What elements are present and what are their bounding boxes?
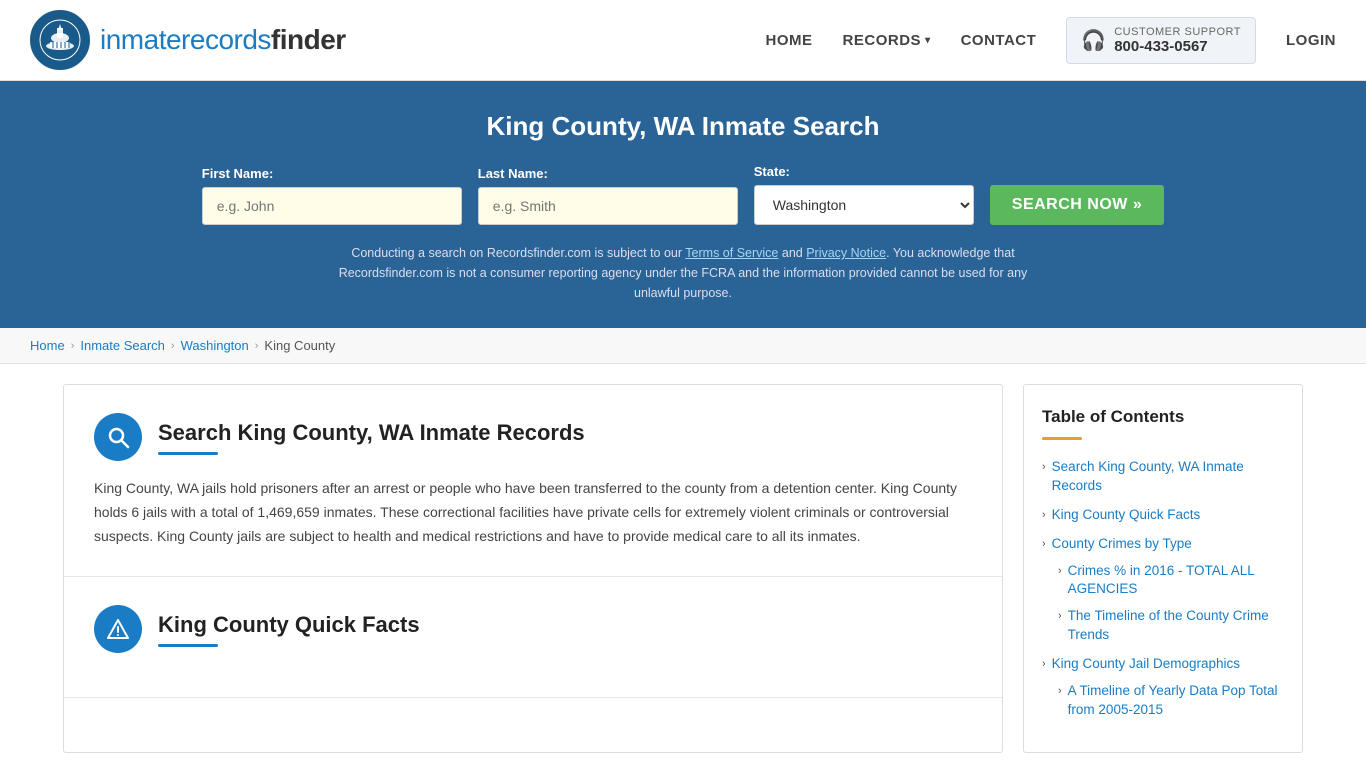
sidebar-toc: Table of Contents › Search King County, … (1023, 384, 1303, 753)
state-select[interactable]: Washington (754, 185, 974, 225)
chevron-right-icon: › (1042, 657, 1046, 672)
section-title-1: Search King County, WA Inmate Records (158, 420, 585, 446)
chevron-right-icon: › (1058, 684, 1062, 699)
list-item: › County Crimes by Type › Crimes % in 20… (1042, 535, 1284, 645)
state-group: State: Washington (754, 164, 974, 225)
nav-home[interactable]: HOME (766, 32, 813, 49)
toc-divider (1042, 437, 1082, 440)
alert-section-icon (94, 605, 142, 653)
toc-label: King County Jail Demographics (1052, 655, 1240, 674)
list-item: › Crimes % in 2016 - TOTAL ALL AGENCIES (1058, 562, 1284, 600)
list-item: › King County Jail Demographics › A Time… (1042, 655, 1284, 720)
first-name-input[interactable] (202, 187, 462, 225)
customer-support[interactable]: 🎧 CUSTOMER SUPPORT 800-433-0567 (1066, 17, 1256, 64)
main-container: Search King County, WA Inmate Records Ki… (43, 384, 1323, 753)
toc-link-timeline-pop[interactable]: › A Timeline of Yearly Data Pop Total fr… (1058, 682, 1284, 720)
logo-area: inmaterecordsfinder (30, 10, 346, 70)
logo-text: inmaterecordsfinder (100, 24, 346, 56)
chevron-right-icon: › (1042, 537, 1046, 552)
chevron-down-icon: ▾ (925, 35, 931, 46)
toc-label: County Crimes by Type (1052, 535, 1192, 554)
list-item: › King County Quick Facts (1042, 506, 1284, 525)
chevron-right-icon: › (1042, 460, 1046, 475)
chevron-right-icon: › (1058, 564, 1062, 579)
alert-icon (106, 617, 130, 641)
support-info: CUSTOMER SUPPORT 800-433-0567 (1114, 26, 1241, 55)
toc-link-crimes-2016[interactable]: › Crimes % in 2016 - TOTAL ALL AGENCIES (1058, 562, 1284, 600)
title-underline-2 (158, 644, 218, 647)
toc-link-timeline-trends[interactable]: › The Timeline of the County Crime Trend… (1058, 607, 1284, 645)
site-header: inmaterecordsfinder HOME RECORDS ▾ CONTA… (0, 0, 1366, 81)
headset-icon: 🎧 (1081, 28, 1106, 53)
toc-link-search-records[interactable]: › Search King County, WA Inmate Records (1042, 458, 1284, 496)
toc-link-county-crimes[interactable]: › County Crimes by Type (1042, 535, 1284, 554)
section-title-2: King County Quick Facts (158, 612, 420, 638)
toc-label: The Timeline of the County Crime Trends (1068, 607, 1284, 645)
last-name-group: Last Name: (478, 166, 738, 225)
section-body-1: King County, WA jails hold prisoners aft… (94, 477, 972, 548)
tos-link[interactable]: Terms of Service (685, 246, 778, 260)
support-label: CUSTOMER SUPPORT (1114, 26, 1241, 38)
search-form: First Name: Last Name: State: Washington… (20, 164, 1346, 225)
breadcrumb-sep-2: › (171, 340, 175, 352)
logo-part1: inmaterecords (100, 24, 271, 55)
chevron-right-icon: › (1058, 609, 1062, 624)
toc-label: A Timeline of Yearly Data Pop Total from… (1068, 682, 1284, 720)
section-inmate-records: Search King County, WA Inmate Records Ki… (64, 385, 1002, 577)
search-button[interactable]: SEARCH NOW » (990, 185, 1164, 225)
list-item: › A Timeline of Yearly Data Pop Total fr… (1058, 682, 1284, 720)
toc-link-quick-facts[interactable]: › King County Quick Facts (1042, 506, 1284, 525)
logo-icon (30, 10, 90, 70)
toc-label: King County Quick Facts (1052, 506, 1201, 525)
breadcrumb-home[interactable]: Home (30, 338, 65, 353)
toc-list: › Search King County, WA Inmate Records … (1042, 458, 1284, 720)
breadcrumb: Home › Inmate Search › Washington › King… (0, 328, 1366, 364)
nav-contact[interactable]: CONTACT (961, 32, 1037, 49)
breadcrumb-washington[interactable]: Washington (181, 338, 249, 353)
logo-part2: finder (271, 24, 346, 55)
search-icon (106, 425, 130, 449)
first-name-label: First Name: (202, 166, 274, 181)
toc-sub-list: › Crimes % in 2016 - TOTAL ALL AGENCIES … (1058, 562, 1284, 646)
toc-label: Search King County, WA Inmate Records (1052, 458, 1284, 496)
section-header-2: King County Quick Facts (94, 605, 972, 653)
support-number: 800-433-0567 (1114, 38, 1241, 55)
chevron-right-icon: › (1042, 508, 1046, 523)
toc-link-jail-demographics[interactable]: › King County Jail Demographics (1042, 655, 1284, 674)
section-quick-facts: King County Quick Facts (64, 577, 1002, 698)
breadcrumb-inmate-search[interactable]: Inmate Search (80, 338, 165, 353)
list-item: › Search King County, WA Inmate Records (1042, 458, 1284, 496)
main-nav: HOME RECORDS ▾ CONTACT 🎧 CUSTOMER SUPPOR… (766, 17, 1336, 64)
hero-disclaimer: Conducting a search on Recordsfinder.com… (323, 243, 1043, 303)
login-button[interactable]: LOGIN (1286, 32, 1336, 49)
nav-records[interactable]: RECORDS ▾ (843, 32, 931, 49)
breadcrumb-king-county: King County (264, 338, 335, 353)
title-underline-1 (158, 452, 218, 455)
list-item: › The Timeline of the County Crime Trend… (1058, 607, 1284, 645)
toc-sub-list-2: › A Timeline of Yearly Data Pop Total fr… (1058, 682, 1284, 720)
last-name-label: Last Name: (478, 166, 548, 181)
last-name-input[interactable] (478, 187, 738, 225)
section-title-wrap-2: King County Quick Facts (158, 612, 420, 647)
section-header-1: Search King County, WA Inmate Records (94, 413, 972, 461)
search-section-icon (94, 413, 142, 461)
toc-title: Table of Contents (1042, 407, 1284, 427)
nav-records-label: RECORDS (843, 32, 922, 49)
first-name-group: First Name: (202, 166, 462, 225)
state-label: State: (754, 164, 790, 179)
section-title-wrap-1: Search King County, WA Inmate Records (158, 420, 585, 455)
hero-section: King County, WA Inmate Search First Name… (0, 81, 1366, 328)
breadcrumb-sep-3: › (255, 340, 259, 352)
breadcrumb-sep-1: › (71, 340, 75, 352)
privacy-link[interactable]: Privacy Notice (806, 246, 886, 260)
hero-title: King County, WA Inmate Search (20, 111, 1346, 142)
content-area: Search King County, WA Inmate Records Ki… (63, 384, 1003, 753)
toc-label: Crimes % in 2016 - TOTAL ALL AGENCIES (1068, 562, 1284, 600)
